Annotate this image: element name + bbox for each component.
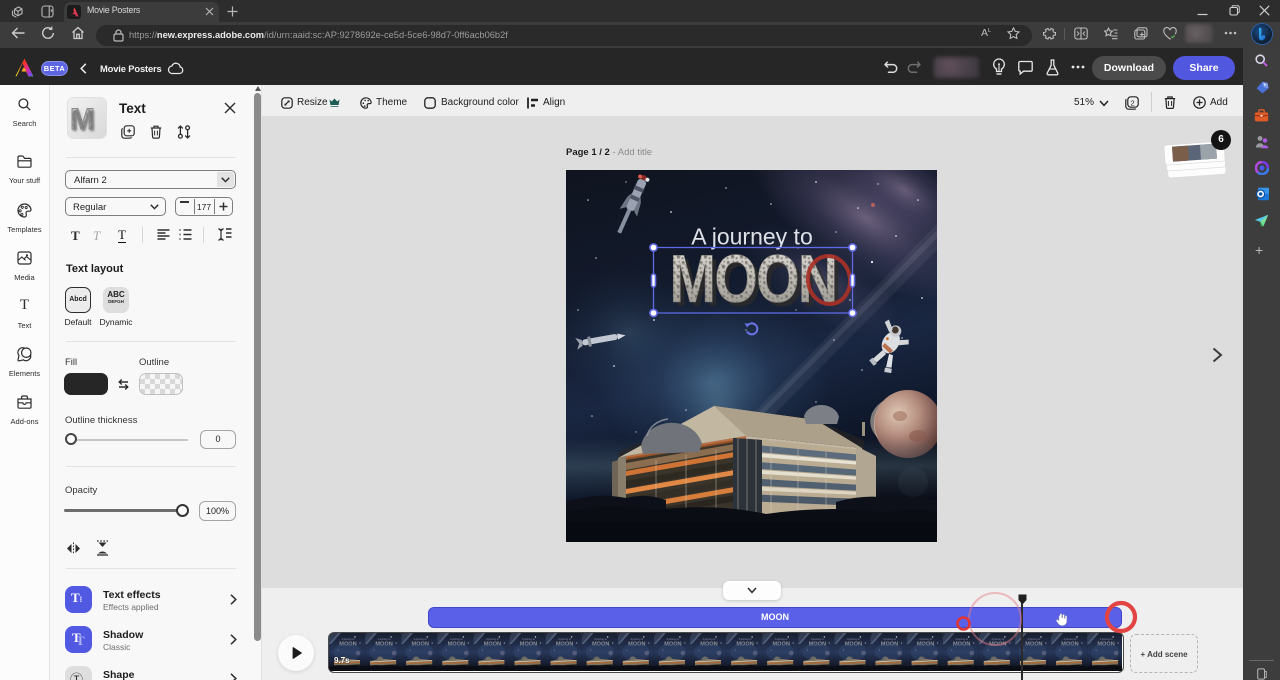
svg-text:MOON: MOON <box>670 242 837 317</box>
svg-text:2: 2 <box>1131 98 1135 107</box>
